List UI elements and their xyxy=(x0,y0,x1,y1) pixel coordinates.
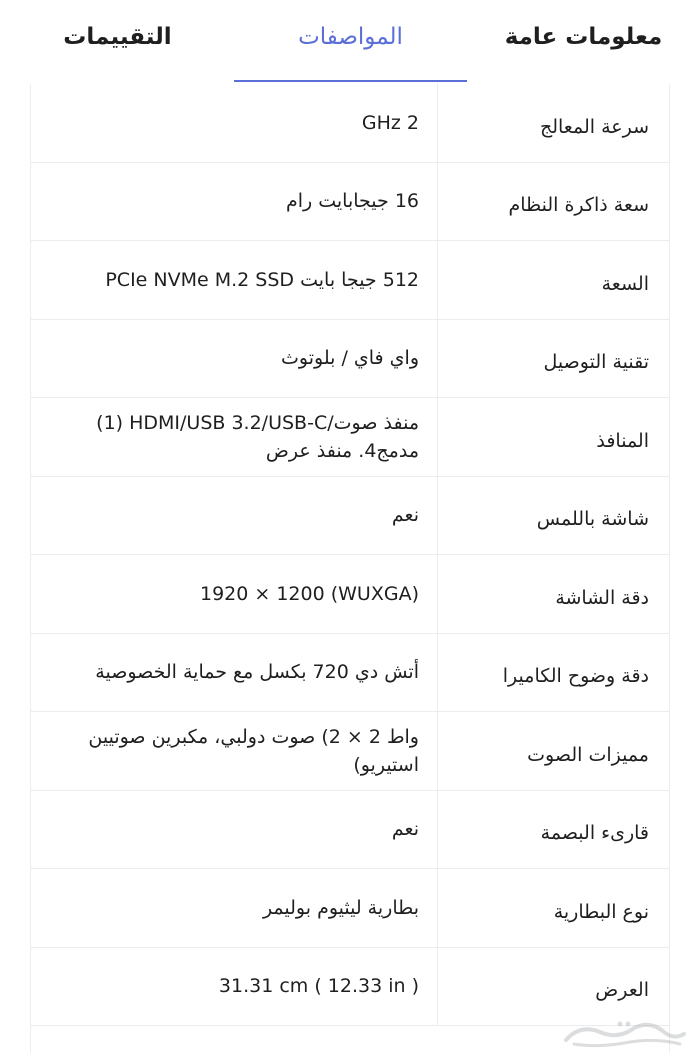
spec-label: تقنية التوصيل xyxy=(437,319,669,397)
spec-value: 16 جيجابايت رام xyxy=(285,190,419,213)
spec-label: قارىء البصمة xyxy=(437,790,669,868)
spec-value: بطارية ليثيوم بوليمر xyxy=(262,896,419,919)
spec-label: نوع البطارية xyxy=(437,869,669,947)
spec-label: دقة وضوح الكاميرا xyxy=(437,633,669,711)
spec-label: السعة xyxy=(437,241,669,319)
spec-row-storage: السعة 512 جيجا بايت PCIe NVMe M.2 SSD xyxy=(31,241,669,320)
spec-row-fingerprint: قارىء البصمة نعم xyxy=(31,790,669,869)
tab-specifications[interactable]: المواصفات xyxy=(234,0,467,82)
spec-row-width: العرض 31.31 cm ( 12.33 in ) xyxy=(31,947,669,1026)
specifications-table: سرعة المعالج GHz 2 سعة ذاكرة النظام 16 ج… xyxy=(30,84,670,1053)
spec-label: العرض xyxy=(437,947,669,1025)
spec-row-memory: سعة ذاكرة النظام 16 جيجابايت رام xyxy=(31,162,669,241)
tab-general-info[interactable]: معلومات عامة xyxy=(467,0,700,82)
spec-row-touchscreen: شاشة باللمس نعم xyxy=(31,476,669,555)
spec-row-ports: المنافذ (1) HDMI/USB 3.2/USB-C/منفذ صوت … xyxy=(31,398,669,477)
tab-reviews[interactable]: التقييمات xyxy=(1,0,234,82)
spec-value: واط 2 × 2) صوت دولبي، مكبرين صوتيين استي… xyxy=(88,725,419,776)
spec-value: نعم xyxy=(391,504,419,527)
spec-row-audio: مميزات الصوت واط 2 × 2) صوت دولبي، مكبري… xyxy=(31,712,669,791)
spec-value: 512 جيجا بايت PCIe NVMe M.2 SSD xyxy=(105,268,419,291)
spec-label: سرعة المعالج xyxy=(437,84,669,162)
spec-value: واي فاي / بلوتوث xyxy=(281,347,419,370)
spec-value: نعم xyxy=(391,818,419,841)
spec-label: سعة ذاكرة النظام xyxy=(437,162,669,240)
spec-row-screen-resolution: دقة الشاشة 1920 × 1200 (WUXGA) xyxy=(31,555,669,634)
spec-value: (1) HDMI/USB 3.2/USB-C/منفذ صوت مدمج4. م… xyxy=(96,411,419,462)
spec-row-battery: نوع البطارية بطارية ليثيوم بوليمر xyxy=(31,869,669,948)
spec-row-camera: دقة وضوح الكاميرا أتش دي 720 بكسل مع حما… xyxy=(31,633,669,712)
haraj-logo-icon xyxy=(564,1021,686,1048)
spec-row-connectivity: تقنية التوصيل واي فاي / بلوتوث xyxy=(31,319,669,398)
spec-label: مميزات الصوت xyxy=(437,712,669,790)
spec-value: 1920 × 1200 (WUXGA) xyxy=(199,582,419,605)
spec-value: GHz 2 xyxy=(361,111,419,134)
spec-label: المنافذ xyxy=(437,398,669,476)
spec-value: أتش دي 720 بكسل مع حماية الخصوصية xyxy=(95,661,419,684)
tab-bar: معلومات عامة المواصفات التقييمات xyxy=(0,0,700,82)
spec-label: دقة الشاشة xyxy=(437,555,669,633)
spec-row-processor-speed: سرعة المعالج GHz 2 xyxy=(31,84,669,163)
spec-label: شاشة باللمس xyxy=(437,476,669,554)
spec-value: 31.31 cm ( 12.33 in ) xyxy=(218,975,419,998)
